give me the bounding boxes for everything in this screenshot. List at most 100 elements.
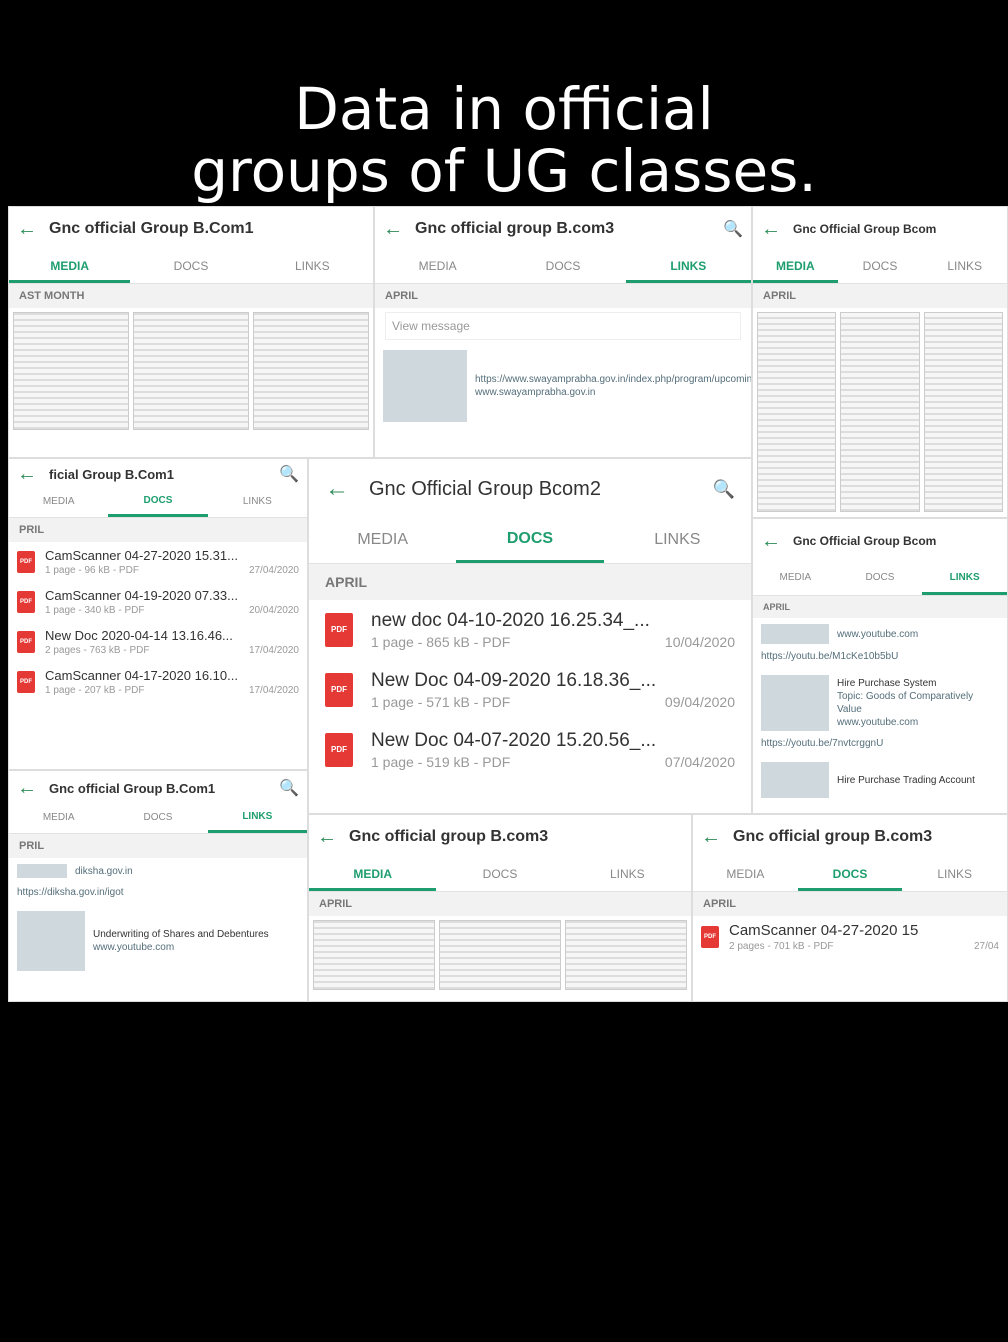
link-item[interactable]: Underwriting of Shares and Debentures ww… — [9, 905, 307, 977]
doc-name: New Doc 04-07-2020 15.20.56_... — [371, 730, 657, 751]
link-thumbnail — [761, 762, 829, 798]
back-arrow-icon[interactable]: ← — [701, 826, 721, 849]
back-arrow-icon[interactable]: ← — [317, 826, 337, 849]
app-header: ← Gnc Official Group Bcom2 🔍 — [309, 459, 751, 519]
tab-links[interactable]: LINKS — [902, 859, 1007, 891]
group-title: Gnc Official Group Bcom — [793, 222, 937, 236]
back-arrow-icon[interactable]: ← — [761, 218, 781, 241]
tab-links[interactable]: LINKS — [604, 519, 751, 563]
doc-meta: 1 page - 96 kB - PDF — [45, 565, 139, 576]
tab-links[interactable]: LINKS — [922, 251, 1007, 283]
link-item[interactable]: https://www.swayamprabha.gov.in/index.ph… — [375, 344, 751, 428]
search-icon[interactable]: 🔍 — [723, 219, 743, 239]
link-title: Hire Purchase Trading Account — [837, 774, 975, 786]
back-arrow-icon[interactable]: ← — [383, 218, 403, 241]
doc-item[interactable]: PDF CamScanner 04-27-2020 15 2 pages - 7… — [693, 916, 1007, 958]
tab-media[interactable]: MEDIA — [753, 563, 838, 595]
tab-docs[interactable]: DOCS — [838, 251, 923, 283]
group-title: Gnc official group B.com3 — [733, 828, 933, 845]
section-header: PRIL — [9, 834, 307, 858]
tab-bar: MEDIA DOCS LINKS — [9, 805, 307, 834]
doc-meta: 1 page - 340 kB - PDF — [45, 605, 145, 616]
doc-date: 09/04/2020 — [664, 694, 735, 710]
tab-docs[interactable]: DOCS — [130, 251, 251, 283]
search-icon[interactable]: 🔍 — [713, 479, 735, 500]
link-item[interactable]: www.youtube.com — [753, 618, 1007, 650]
tab-links[interactable]: LINKS — [207, 805, 307, 833]
media-thumbnail[interactable] — [757, 312, 837, 512]
overlay-title: Data in official groups of UG classes. — [0, 78, 1008, 202]
media-thumbnail[interactable] — [133, 312, 249, 430]
doc-meta: 2 pages - 763 kB - PDF — [45, 645, 150, 656]
tab-links[interactable]: LINKS — [564, 859, 691, 891]
doc-name: New Doc 2020-04-14 13.16.46... — [45, 628, 233, 643]
back-arrow-icon[interactable]: ← — [325, 475, 349, 503]
tab-docs[interactable]: DOCS — [436, 859, 563, 891]
group-title: Gnc Official Group Bcom — [793, 534, 937, 548]
tab-media[interactable]: MEDIA — [309, 519, 456, 563]
doc-item[interactable]: PDF New Doc 2020-04-14 13.16.46... 2 pag… — [9, 622, 307, 662]
back-arrow-icon[interactable]: ← — [17, 777, 37, 800]
doc-item[interactable]: PDF CamScanner 04-27-2020 15.31... 1 pag… — [9, 542, 307, 582]
tab-docs[interactable]: DOCS — [456, 519, 604, 563]
tab-docs[interactable]: DOCS — [500, 251, 625, 283]
tab-media[interactable]: MEDIA — [375, 251, 500, 283]
pdf-icon: PDF — [17, 671, 35, 693]
panel-bcom3-media: ← Gnc official group B.com3 MEDIA DOCS L… — [308, 814, 692, 1002]
app-header: ← Gnc Official Group Bcom — [753, 207, 1007, 251]
tab-media[interactable]: MEDIA — [753, 251, 838, 283]
back-arrow-icon[interactable]: ← — [17, 218, 37, 241]
media-thumbnail[interactable] — [253, 312, 369, 430]
tab-docs[interactable]: DOCS — [108, 489, 208, 517]
tab-media[interactable]: MEDIA — [9, 805, 108, 833]
doc-item[interactable]: PDF New Doc 04-09-2020 16.18.36_... 1 pa… — [309, 660, 751, 720]
panel-bcom1-docs: ← ficial Group B.Com1 🔍 MEDIA DOCS LINKS… — [8, 458, 308, 770]
section-header: APRIL — [753, 284, 1007, 308]
back-arrow-icon[interactable]: ← — [761, 530, 781, 553]
tab-media[interactable]: MEDIA — [309, 859, 437, 891]
section-header: APRIL — [309, 564, 751, 600]
panel-bcom3-docs: ← Gnc official group B.com3 MEDIA DOCS L… — [692, 814, 1008, 1002]
link-site: www.youtube.com — [93, 942, 175, 953]
view-message-row[interactable]: View message — [385, 312, 741, 340]
tab-bar: MEDIA DOCS LINKS — [753, 563, 1007, 596]
tab-links[interactable]: LINKS — [208, 489, 307, 517]
doc-date: 17/04/2020 — [248, 645, 299, 656]
doc-meta: 1 page - 519 kB - PDF — [371, 754, 511, 770]
media-thumbnail[interactable] — [313, 920, 435, 990]
media-thumbnail[interactable] — [923, 312, 1003, 512]
search-icon[interactable]: 🔍 — [279, 464, 299, 484]
view-message-label: View message — [392, 319, 470, 333]
tab-links[interactable]: LINKS — [252, 251, 373, 283]
tab-media[interactable]: MEDIA — [693, 859, 798, 891]
link-site: www.swayamprabha.gov.in — [475, 387, 596, 398]
search-icon[interactable]: 🔍 — [279, 778, 299, 798]
doc-item[interactable]: PDF new doc 04-10-2020 16.25.34_... 1 pa… — [309, 600, 751, 660]
link-thumbnail — [761, 675, 829, 731]
media-thumbnail[interactable] — [13, 312, 129, 430]
doc-item[interactable]: PDF CamScanner 04-19-2020 07.33... 1 pag… — [9, 582, 307, 622]
tab-media[interactable]: MEDIA — [9, 489, 108, 517]
media-grid — [753, 308, 1007, 516]
tab-docs[interactable]: DOCS — [108, 805, 207, 833]
link-site: www.youtube.com — [837, 628, 919, 640]
media-thumbnail[interactable] — [565, 920, 687, 990]
tab-links[interactable]: LINKS — [922, 563, 1007, 595]
back-arrow-icon[interactable]: ← — [17, 463, 37, 486]
tab-docs[interactable]: DOCS — [797, 859, 903, 891]
title-line-2: groups of UG classes. — [191, 137, 817, 205]
pdf-icon: PDF — [325, 613, 353, 647]
link-subtitle: Topic: Goods of Comparatively Value — [837, 691, 974, 715]
link-item[interactable]: Hire Purchase Trading Account — [753, 756, 1007, 804]
tab-bar: MEDIA DOCS LINKS — [753, 251, 1007, 284]
media-thumbnail[interactable] — [439, 920, 561, 990]
group-title: Gnc official Group B.Com1 — [49, 220, 254, 237]
media-thumbnail[interactable] — [840, 312, 920, 512]
tab-links[interactable]: LINKS — [625, 251, 751, 283]
link-item[interactable]: diksha.gov.in — [9, 858, 307, 884]
link-item[interactable]: Hire Purchase System Topic: Goods of Com… — [753, 669, 1007, 737]
doc-item[interactable]: PDF CamScanner 04-17-2020 16.10... 1 pag… — [9, 662, 307, 702]
doc-item[interactable]: PDF New Doc 04-07-2020 15.20.56_... 1 pa… — [309, 720, 751, 780]
tab-docs[interactable]: DOCS — [838, 563, 923, 595]
tab-media[interactable]: MEDIA — [9, 251, 131, 283]
